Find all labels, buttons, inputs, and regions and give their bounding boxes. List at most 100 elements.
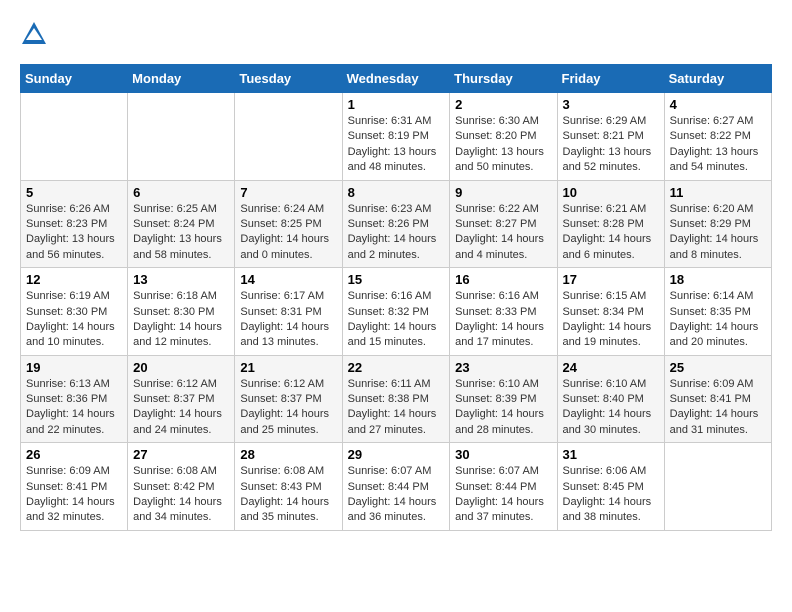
calendar-cell: 10Sunrise: 6:21 AMSunset: 8:28 PMDayligh… <box>557 180 664 268</box>
calendar-cell <box>235 93 342 181</box>
calendar-cell: 22Sunrise: 6:11 AMSunset: 8:38 PMDayligh… <box>342 355 450 443</box>
sunset-text: Sunset: 8:21 PM <box>563 130 644 142</box>
day-number: 26 <box>26 447 122 462</box>
calendar-week-3: 12Sunrise: 6:19 AMSunset: 8:30 PMDayligh… <box>21 268 772 356</box>
calendar-cell <box>128 93 235 181</box>
weekday-header-monday: Monday <box>128 65 235 93</box>
weekday-header-tuesday: Tuesday <box>235 65 342 93</box>
day-info: Sunrise: 6:16 AMSunset: 8:32 PMDaylight:… <box>348 289 445 351</box>
sunrise-text: Sunrise: 6:27 AM <box>670 115 754 127</box>
day-info: Sunrise: 6:26 AMSunset: 8:23 PMDaylight:… <box>26 202 122 264</box>
day-number: 5 <box>26 185 122 200</box>
daylight-text: Daylight: 14 hours and 28 minutes. <box>455 408 544 435</box>
sunrise-text: Sunrise: 6:08 AM <box>240 465 324 477</box>
sunset-text: Sunset: 8:32 PM <box>348 306 429 318</box>
calendar-body: 1Sunrise: 6:31 AMSunset: 8:19 PMDaylight… <box>21 93 772 531</box>
day-info: Sunrise: 6:08 AMSunset: 8:42 PMDaylight:… <box>133 464 229 526</box>
sunset-text: Sunset: 8:28 PM <box>563 218 644 230</box>
day-number: 9 <box>455 185 551 200</box>
day-info: Sunrise: 6:07 AM Sunset: 8:44 PM Daylight:… <box>348 464 445 526</box>
calendar-cell: 17Sunrise: 6:15 AMSunset: 8:34 PMDayligh… <box>557 268 664 356</box>
page-header <box>20 20 772 48</box>
sunrise-text: Sunrise: 6:31 AM <box>348 115 432 127</box>
weekday-header-wednesday: Wednesday <box>342 65 450 93</box>
day-number: 23 <box>455 360 551 375</box>
calendar-cell: 13Sunrise: 6:18 AMSunset: 8:30 PMDayligh… <box>128 268 235 356</box>
daylight-text: Daylight: 13 hours and 50 minutes. <box>455 146 544 173</box>
day-number: 21 <box>240 360 336 375</box>
day-number: 14 <box>240 272 336 287</box>
calendar-cell: 3Sunrise: 6:29 AMSunset: 8:21 PMDaylight… <box>557 93 664 181</box>
sunset-text: Sunset: 8:41 PM <box>670 393 751 405</box>
sunset-text: Sunset: 8:44 PM <box>348 481 429 493</box>
sunset-text: Sunset: 8:29 PM <box>670 218 751 230</box>
sunrise-text: Sunrise: 6:07 AM <box>455 465 539 477</box>
sunset-text: Sunset: 8:42 PM <box>133 481 214 493</box>
calendar-cell: 26Sunrise: 6:09 AMSunset: 8:41 PMDayligh… <box>21 443 128 531</box>
day-number: 22 <box>348 360 445 375</box>
calendar-cell: 7Sunrise: 6:24 AMSunset: 8:25 PMDaylight… <box>235 180 342 268</box>
sunrise-text: Sunrise: 6:06 AM <box>563 465 647 477</box>
logo-icon <box>20 20 48 48</box>
day-number: 1 <box>348 97 445 112</box>
calendar-cell: 14 Sunrise: 6:17 AMSunset: 8:31 PMDayligh… <box>235 268 342 356</box>
daylight-text: Daylight: 14 hours and 2 minutes. <box>348 233 437 260</box>
day-number: 16 <box>455 272 551 287</box>
sunset-text: Sunset: 8:25 PM <box>240 218 321 230</box>
sunrise-text: Sunrise: 6:12 AM <box>133 378 217 390</box>
calendar-cell: 8Sunrise: 6:23 AMSunset: 8:26 PMDaylight… <box>342 180 450 268</box>
daylight-text: Daylight: 14 hours and 22 minutes. <box>26 408 115 435</box>
calendar-cell: 29 Sunrise: 6:07 AM Sunset: 8:44 PM Dayligh… <box>342 443 450 531</box>
sunset-text: Sunset: 8:30 PM <box>26 306 107 318</box>
day-info: Sunrise: 6:15 AMSunset: 8:34 PMDaylight:… <box>563 289 659 351</box>
sunrise-text: Sunrise: 6:15 AM <box>563 290 647 302</box>
day-number: 6 <box>133 185 229 200</box>
sunset-text: Sunset: 8:37 PM <box>133 393 214 405</box>
calendar-cell: 12Sunrise: 6:19 AMSunset: 8:30 PMDayligh… <box>21 268 128 356</box>
daylight-text: Daylight: 14 hours and 32 minutes. <box>26 496 115 523</box>
daylight-text: Daylight: 13 hours and 52 minutes. <box>563 146 652 173</box>
calendar-cell: 31Sunrise: 6:06 AMSunset: 8:45 PMDayligh… <box>557 443 664 531</box>
daylight-text: Daylight: 14 hours and 31 minutes. <box>670 408 759 435</box>
day-info: Sunrise: 6:20 AMSunset: 8:29 PMDaylight:… <box>670 202 766 264</box>
day-info: Sunrise: 6:19 AMSunset: 8:30 PMDaylight:… <box>26 289 122 351</box>
day-number: 2 <box>455 97 551 112</box>
day-number: 10 <box>563 185 659 200</box>
sunrise-text: Sunrise: 6:07 AM <box>348 465 432 477</box>
sunrise-text: Sunrise: 6:08 AM <box>133 465 217 477</box>
daylight-text: Daylight: 14 hours and 4 minutes. <box>455 233 544 260</box>
day-info: Sunrise: 6:18 AMSunset: 8:30 PMDaylight:… <box>133 289 229 351</box>
weekday-header-friday: Friday <box>557 65 664 93</box>
daylight-text: Daylight: 13 hours and 56 minutes. <box>26 233 115 260</box>
daylight-text: Daylight: 13 hours and 58 minutes. <box>133 233 222 260</box>
sunrise-text: Sunrise: 6:30 AM <box>455 115 539 127</box>
daylight-text: Daylight: 14 hours and 24 minutes. <box>133 408 222 435</box>
calendar-cell: 19Sunrise: 6:13 AMSunset: 8:36 PMDayligh… <box>21 355 128 443</box>
weekday-header-saturday: Saturday <box>664 65 771 93</box>
calendar-cell: 11Sunrise: 6:20 AMSunset: 8:29 PMDayligh… <box>664 180 771 268</box>
day-number: 29 <box>348 447 445 462</box>
weekday-header-thursday: Thursday <box>450 65 557 93</box>
calendar-cell: 27Sunrise: 6:08 AMSunset: 8:42 PMDayligh… <box>128 443 235 531</box>
sunset-text: Sunset: 8:35 PM <box>670 306 751 318</box>
sunset-text: Sunset: 8:31 PM <box>240 306 321 318</box>
daylight-text: Daylight: 14 hours and 6 minutes. <box>563 233 652 260</box>
daylight-text: Daylight: 14 hours and 35 minutes. <box>240 496 329 523</box>
sunrise-text: Sunrise: 6:18 AM <box>133 290 217 302</box>
daylight-text: Daylight: 14 hours and 36 minutes. <box>348 496 437 523</box>
calendar-week-5: 26Sunrise: 6:09 AMSunset: 8:41 PMDayligh… <box>21 443 772 531</box>
day-info: Sunrise: 6:17 AMSunset: 8:31 PMDaylight:… <box>240 289 336 351</box>
sunrise-text: Sunrise: 6:23 AM <box>348 203 432 215</box>
calendar-cell: 15Sunrise: 6:16 AMSunset: 8:32 PMDayligh… <box>342 268 450 356</box>
calendar-cell <box>664 443 771 531</box>
sunset-text: Sunset: 8:38 PM <box>348 393 429 405</box>
daylight-text: Daylight: 13 hours and 48 minutes. <box>348 146 437 173</box>
calendar-cell: 6Sunrise: 6:25 AMSunset: 8:24 PMDaylight… <box>128 180 235 268</box>
day-info: Sunrise: 6:12 AMSunset: 8:37 PMDaylight:… <box>240 377 336 439</box>
sunset-text: Sunset: 8:22 PM <box>670 130 751 142</box>
sunrise-text: Sunrise: 6:22 AM <box>455 203 539 215</box>
calendar-cell: 16Sunrise: 6:16 AMSunset: 8:33 PMDayligh… <box>450 268 557 356</box>
day-info: Sunrise: 6:14 AMSunset: 8:35 PMDaylight:… <box>670 289 766 351</box>
calendar-cell: 9Sunrise: 6:22 AMSunset: 8:27 PMDaylight… <box>450 180 557 268</box>
calendar-cell <box>21 93 128 181</box>
